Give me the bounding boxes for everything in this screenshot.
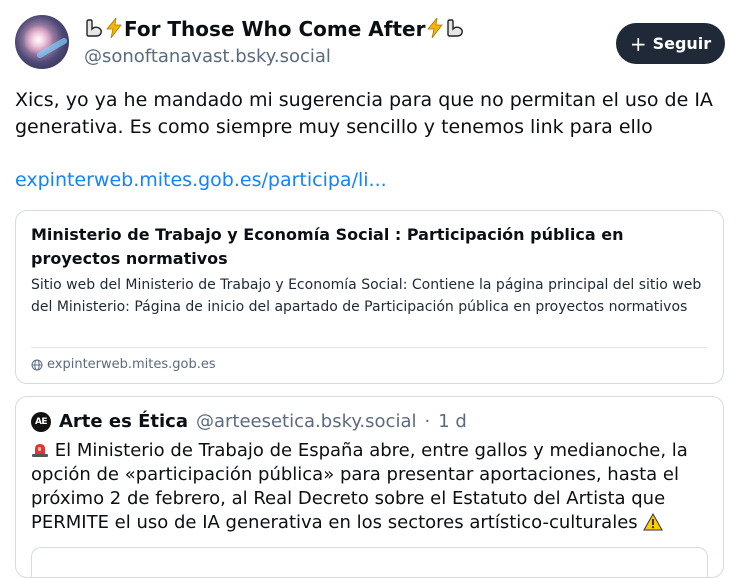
link-card-title: Ministerio de Trabajo y Economía Social … <box>31 225 624 268</box>
quoted-post-text: El Ministerio de Trabajo de España abre,… <box>31 440 688 533</box>
high-voltage-icon <box>427 16 444 41</box>
follow-button[interactable]: + Seguir <box>616 23 725 64</box>
warning-icon <box>643 513 664 531</box>
link-card-description: Sitio web del Ministerio de Trabajo y Ec… <box>31 277 702 315</box>
flexed-biceps-icon <box>84 18 104 41</box>
author-handle[interactable]: @sonoftanavast.bsky.social <box>84 46 331 67</box>
quoted-post[interactable]: AE Arte es Ética @arteesetica.bsky.socia… <box>15 396 724 578</box>
display-name-text: For Those Who Come After <box>124 17 426 41</box>
link-card-divider <box>31 347 708 348</box>
quoted-post-text-block: El Ministerio de Trabajo de España abre,… <box>31 439 711 535</box>
quoted-post-embed-edge[interactable] <box>31 547 708 578</box>
quoted-post-header: AE Arte es Ética @arteesetica.bsky.socia… <box>31 411 467 432</box>
high-voltage-icon <box>106 16 122 41</box>
quoted-author-handle: @arteesetica.bsky.social <box>195 411 417 432</box>
link-card-domain: expinterweb.mites.gob.es <box>47 357 216 372</box>
police-light-icon <box>32 444 48 457</box>
author-avatar[interactable] <box>15 15 69 69</box>
post-link[interactable]: expinterweb.mites.gob.es/participa/li... <box>15 169 387 191</box>
link-card-domain-row: expinterweb.mites.gob.es <box>31 357 216 372</box>
globe-icon <box>31 359 43 370</box>
author-display-name[interactable]: For Those Who Come After <box>84 16 465 41</box>
plus-icon: + <box>629 31 647 56</box>
quoted-author-avatar[interactable]: AE <box>31 411 51 432</box>
quoted-separator: · <box>424 411 431 432</box>
follow-button-label: Seguir <box>652 34 712 53</box>
post-text: Xics, yo ya he mandado mi sugerencia par… <box>15 89 713 138</box>
flexed-biceps-icon <box>445 18 465 41</box>
link-preview-card[interactable]: Ministerio de Trabajo y Economía Social … <box>15 210 724 384</box>
quoted-post-time[interactable]: 1 d <box>438 411 467 432</box>
quoted-author-name[interactable]: Arte es Ética <box>59 411 188 432</box>
